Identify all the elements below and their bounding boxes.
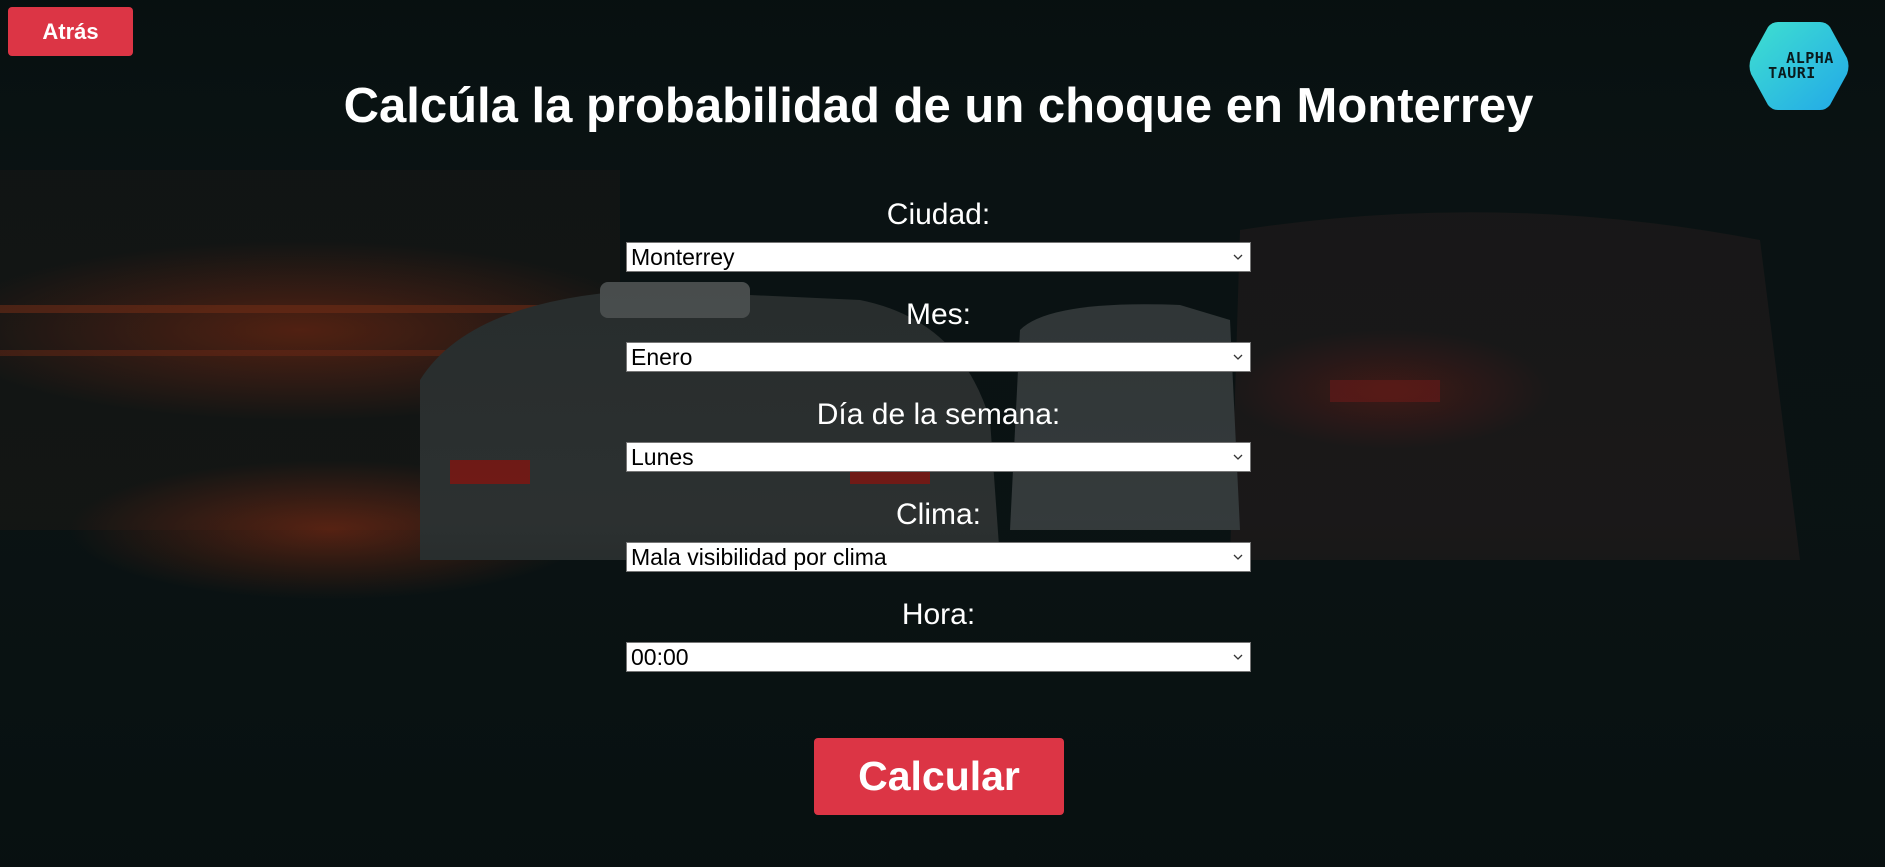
chevron-down-icon — [1233, 654, 1243, 660]
chevron-down-icon — [1233, 454, 1243, 460]
chevron-down-icon — [1233, 354, 1243, 360]
month-select-value: Enero — [631, 344, 693, 370]
city-label: Ciudad: — [886, 198, 991, 231]
weather-select[interactable]: Mala visibilidad por clima — [626, 542, 1251, 572]
weather-field: Clima: Mala visibilidad por clima — [626, 496, 1251, 596]
chevron-down-icon — [1233, 554, 1243, 560]
back-button[interactable]: Atrás — [8, 7, 133, 56]
chevron-down-icon — [1233, 254, 1243, 260]
weekday-field: Día de la semana: Lunes — [626, 396, 1251, 496]
month-label: Mes: — [905, 298, 971, 331]
crash-probability-form: Ciudad: Monterrey Mes: Enero Día de la s… — [626, 196, 1251, 696]
hour-label: Hora: — [901, 598, 976, 631]
hour-field: Hora: 00:00 — [626, 596, 1251, 696]
page: Atrás ALPHA TAURI Calcúla la probabilida… — [0, 0, 1885, 867]
city-select-value: Monterrey — [631, 244, 735, 270]
page-title: Calcúla la probabilidad de un choque en … — [343, 79, 1534, 133]
weekday-select[interactable]: Lunes — [626, 442, 1251, 472]
hour-select-value: 00:00 — [631, 644, 689, 670]
weather-label: Clima: — [895, 498, 981, 531]
weekday-select-value: Lunes — [631, 444, 694, 470]
city-field: Ciudad: Monterrey — [626, 196, 1251, 296]
weekday-label: Día de la semana: — [816, 398, 1061, 431]
hour-select[interactable]: 00:00 — [626, 642, 1251, 672]
month-field: Mes: Enero — [626, 296, 1251, 396]
calculate-button[interactable]: Calcular — [814, 738, 1064, 815]
month-select[interactable]: Enero — [626, 342, 1251, 372]
weather-select-value: Mala visibilidad por clima — [631, 544, 887, 570]
city-select[interactable]: Monterrey — [626, 242, 1251, 272]
